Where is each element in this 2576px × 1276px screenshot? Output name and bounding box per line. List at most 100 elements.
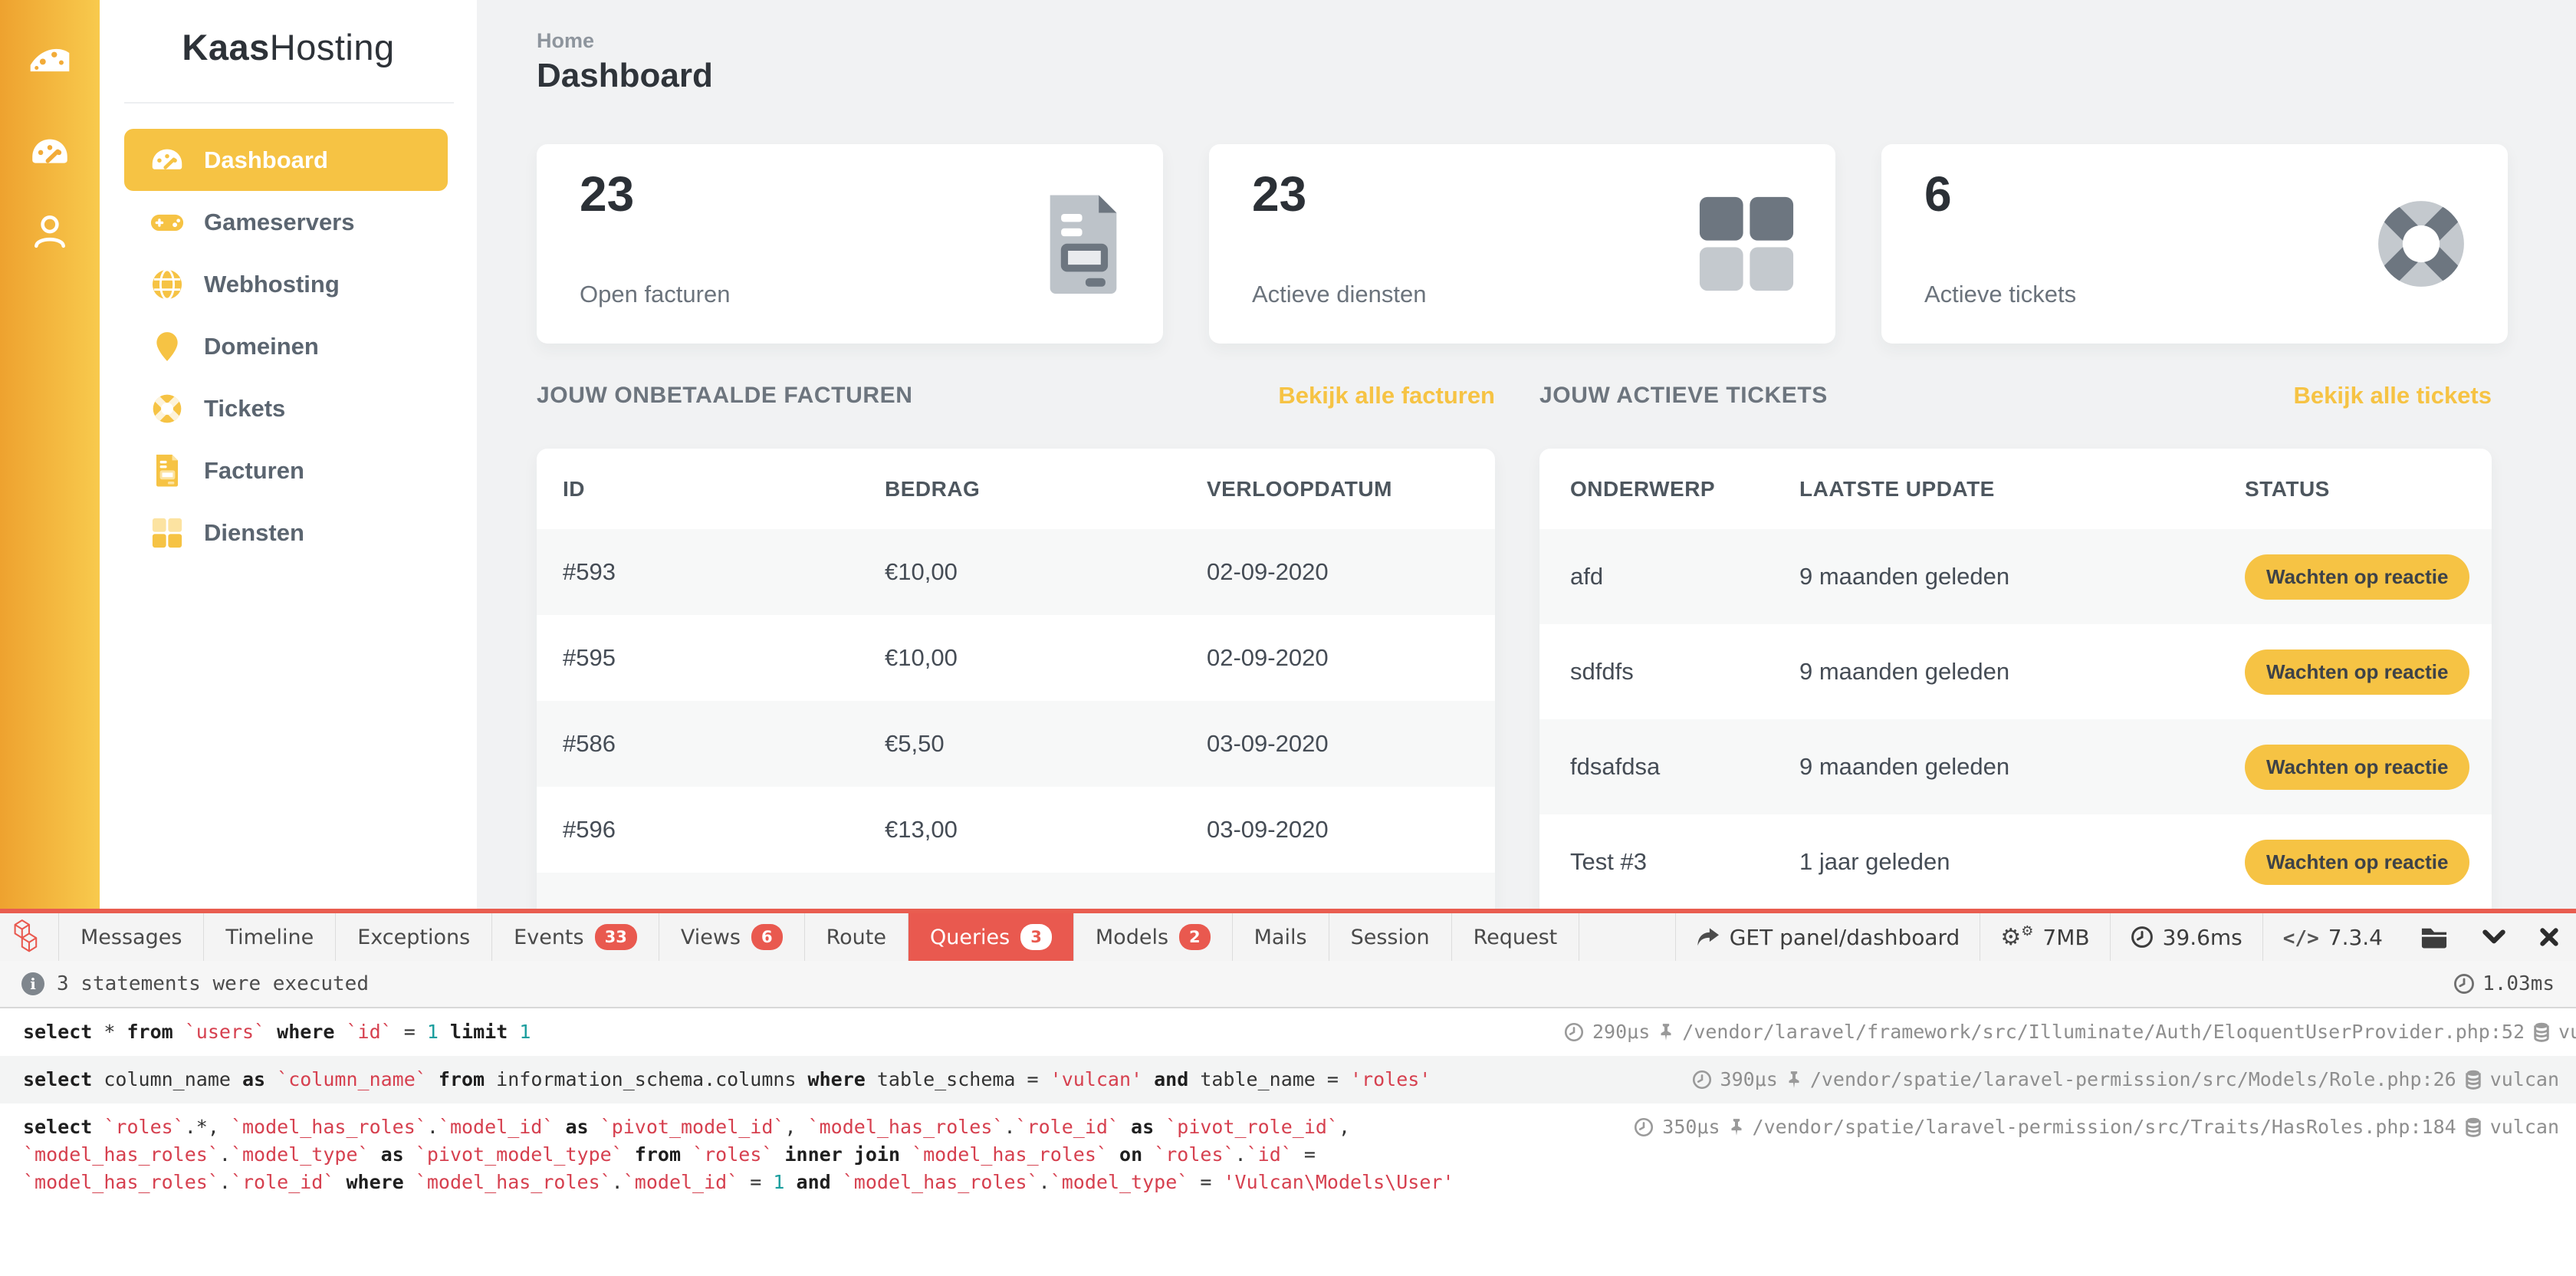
debugbar-tab-events[interactable]: Events33 <box>492 913 659 961</box>
tab-label: Mails <box>1254 926 1307 949</box>
sidebar-item-gameservers[interactable]: Gameservers <box>124 191 448 253</box>
debugbar-status: GET panel/dashboard⚙⚙7MB39.6ms</>7.3.4 <box>1675 913 2576 961</box>
share-icon <box>1696 926 1720 948</box>
chevron-down-button[interactable] <box>2466 913 2522 961</box>
invoice-cell: €5,50 <box>885 730 1207 758</box>
sidebar-item-tickets[interactable]: Tickets <box>124 377 448 439</box>
invoice-icon <box>1043 190 1123 298</box>
tab-badge: 2 <box>1179 924 1211 950</box>
folder-button[interactable] <box>2403 913 2466 961</box>
invoices-table: ID BEDRAG VERLOOPDATUM #593€10,0002-09-2… <box>537 449 1495 924</box>
view-all-tickets-link[interactable]: Bekijk alle tickets <box>2294 382 2492 409</box>
map-pin-icon <box>150 331 184 363</box>
invoice-cell: #586 <box>563 730 885 758</box>
ticket-status-cell: Wachten op reactie <box>2245 650 2492 695</box>
gears-icon: ⚙⚙ <box>2000 925 2033 950</box>
ticket-subject: fdsafdsa <box>1570 753 1799 781</box>
stat-label: Actieve tickets <box>1924 281 2076 308</box>
debugbar-tab-views[interactable]: Views6 <box>659 913 805 961</box>
stat-cards: 23 Open facturen 23 Actieve diensten 6 A… <box>537 144 2508 344</box>
query-file: /vendor/laravel/framework/src/Illuminate… <box>1682 1018 2525 1046</box>
sidebar-item-webhosting[interactable]: Webhosting <box>124 253 448 315</box>
query-summary: i 3 statements were executed 1.03ms <box>0 961 2576 1008</box>
gamepad-icon <box>150 209 184 235</box>
sql-statement: select * from `users` where `id` = 1 lim… <box>23 1018 1564 1046</box>
icon-rail <box>0 0 100 909</box>
debugbar-tab-messages[interactable]: Messages <box>59 913 204 961</box>
ticket-status-cell: Wachten op reactie <box>2245 554 2492 600</box>
gauge-icon <box>150 145 184 175</box>
status-segment-get: GET panel/dashboard <box>1675 913 1980 961</box>
stat-value: 6 <box>1924 166 1952 222</box>
debugbar-tab-models[interactable]: Models2 <box>1074 913 1233 961</box>
tab-label: Timeline <box>225 926 314 949</box>
column-header: ONDERWERP <box>1570 477 1799 502</box>
tickets-section-header: JOUW ACTIEVE TICKETS Bekijk alle tickets <box>1539 377 2492 414</box>
tab-label: Request <box>1474 926 1558 949</box>
query-time: 290μs <box>1592 1018 1650 1046</box>
status-text: GET panel/dashboard <box>1730 925 1960 950</box>
view-all-invoices-link[interactable]: Bekijk alle facturen <box>1278 382 1495 409</box>
brand-light: Hosting <box>270 27 395 67</box>
debugbar-tab-queries[interactable]: Queries 3 <box>909 913 1074 961</box>
invoices-section-header: JOUW ONBETAALDE FACTUREN Bekijk alle fac… <box>537 377 1495 414</box>
user-icon[interactable] <box>0 212 100 250</box>
status-text: 7.3.4 <box>2328 925 2383 950</box>
invoice-cell: #593 <box>563 558 885 586</box>
sidebar-item-domeinen[interactable]: Domeinen <box>124 315 448 377</box>
summary-time: 1.03ms <box>2453 972 2555 995</box>
clock-icon <box>2131 926 2154 949</box>
tab-label: Events <box>514 926 583 949</box>
debugbar-tab-route[interactable]: Route <box>805 913 909 961</box>
invoice-cell: €10,00 <box>885 644 1207 672</box>
status-text: 7MB <box>2042 925 2089 950</box>
ticket-updated: 9 maanden geleden <box>1799 658 2245 686</box>
debugbar-tab-request[interactable]: Request <box>1452 913 1580 961</box>
query-time: 350μs <box>1662 1113 1720 1141</box>
debugbar-tab-timeline[interactable]: Timeline <box>204 913 336 961</box>
summary-time-value: 1.03ms <box>2482 972 2555 995</box>
cheese-logo-icon[interactable] <box>0 41 100 77</box>
invoice-cell: €13,00 <box>885 816 1207 844</box>
ticket-row: Test #31 jaar geledenWachten op reactie <box>1539 814 2492 909</box>
info-icon: i <box>21 972 44 995</box>
status-badge: Wachten op reactie <box>2245 745 2469 790</box>
sidebar-item-dashboard[interactable]: Dashboard <box>124 129 448 191</box>
tab-badge: 6 <box>751 924 783 950</box>
chevron-down-icon <box>2482 929 2505 945</box>
debugbar-tab-exceptions[interactable]: Exceptions <box>336 913 492 961</box>
brand-logo: KaasHosting <box>100 26 477 68</box>
query-row: select `roles`.*, `model_has_roles`.`mod… <box>0 1103 2576 1206</box>
clock-icon <box>1692 1070 1712 1090</box>
sql-statement: select `roles`.*, `model_has_roles`.`mod… <box>23 1113 1564 1196</box>
invoice-row: #595€10,0002-09-2020 <box>537 615 1495 701</box>
tab-label: Queries <box>930 926 1010 949</box>
clock-icon <box>1564 1022 1584 1042</box>
tickets-table: ONDERWERP LAATSTE UPDATE STATUS afd9 maa… <box>1539 449 2492 924</box>
tab-badge: 3 <box>1020 924 1052 950</box>
debugbar-tab-session[interactable]: Session <box>1329 913 1452 961</box>
ticket-status-cell: Wachten op reactie <box>2245 840 2492 885</box>
gauge-icon[interactable] <box>0 135 100 169</box>
close-button[interactable] <box>2522 913 2576 961</box>
ticket-subject: sdfdfs <box>1570 658 1799 686</box>
invoice-cell: 02-09-2020 <box>1207 558 1495 586</box>
invoice-icon <box>150 454 184 487</box>
sidebar-menu: DashboardGameserversWebhostingDomeinenTi… <box>124 129 448 564</box>
breadcrumb[interactable]: Home <box>537 29 594 53</box>
ticket-row: afd9 maanden geledenWachten op reactie <box>1539 529 2492 624</box>
tab-label: Exceptions <box>357 926 470 949</box>
invoice-cell: 03-09-2020 <box>1207 730 1495 758</box>
invoice-row: #586€5,5003-09-2020 <box>537 701 1495 787</box>
ticket-updated: 1 jaar geleden <box>1799 848 2245 876</box>
database-icon <box>2533 1021 2550 1043</box>
sidebar-divider <box>124 102 454 104</box>
status-segment-7.3.4: </> 7.3.4 <box>2262 913 2403 961</box>
code-icon: </> <box>2283 925 2319 950</box>
sidebar-item-diensten[interactable]: Diensten <box>124 502 448 564</box>
ticket-row: fdsafdsa9 maanden geledenWachten op reac… <box>1539 719 2492 814</box>
clock-icon <box>1634 1117 1654 1137</box>
sidebar-item-label: Facturen <box>204 457 304 485</box>
debugbar-tab-mails[interactable]: Mails <box>1233 913 1329 961</box>
sidebar-item-facturen[interactable]: Facturen <box>124 439 448 502</box>
